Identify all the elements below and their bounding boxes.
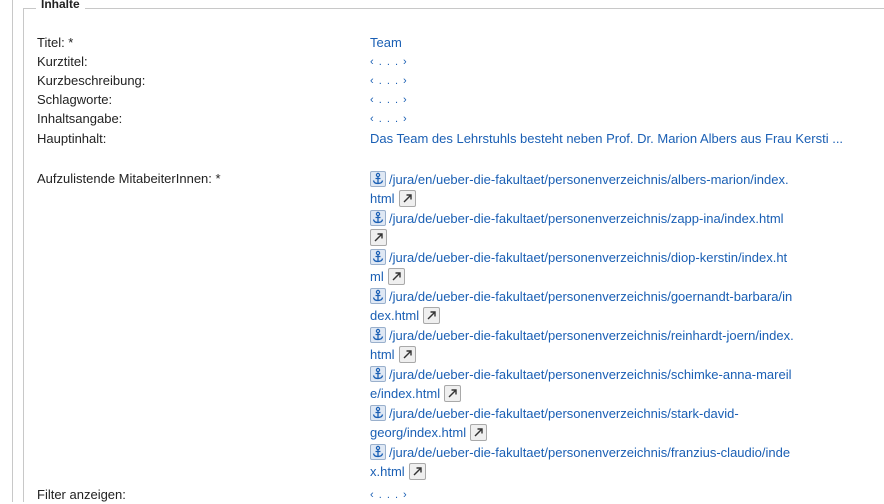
field-label: Kurzbeschreibung: [37,73,146,88]
list-item: /jura/en/ueber-die-fakultaet/personenver… [370,170,875,208]
field-label: Hauptinhalt: [37,131,107,146]
anchor-icon[interactable] [370,405,386,421]
external-link-icon[interactable] [387,268,405,285]
list-item: /jura/de/ueber-die-fakultaet/personenver… [370,443,875,481]
fieldset-legend: Inhalte [36,0,85,11]
path-link-continued[interactable]: ml [370,269,384,284]
path-link-continued[interactable]: georg/index.html [370,425,466,440]
field-value-placeholder[interactable]: ‹ . . . › [370,53,875,71]
path-link[interactable]: /jura/de/ueber-die-fakultaet/personenver… [389,367,791,382]
external-link-icon[interactable] [370,229,387,246]
list-item: /jura/de/ueber-die-fakultaet/personenver… [370,326,875,364]
path-link-continued[interactable]: html [370,347,395,362]
anchor-icon[interactable] [370,249,386,265]
path-link-continued[interactable]: x.html [370,464,405,479]
external-link-icon[interactable] [423,307,441,324]
external-link-icon[interactable] [398,190,416,207]
external-link-icon[interactable] [470,424,488,441]
anchor-icon[interactable] [370,171,386,187]
path-link[interactable]: /jura/de/ueber-die-fakultaet/personenver… [389,211,784,226]
field-label: Schlagworte: [37,92,113,107]
anchor-icon[interactable] [370,444,386,460]
external-link-icon[interactable] [398,346,416,363]
field-value-placeholder[interactable]: ‹ . . . › [370,110,875,128]
field-label: Inhaltsangabe: [37,111,123,126]
external-link-icon[interactable] [408,463,426,480]
anchor-icon[interactable] [370,327,386,343]
field-value-link[interactable]: Team [370,34,875,52]
anchor-icon[interactable] [370,366,386,382]
field-label: Titel: * [37,35,74,50]
list-item: /jura/de/ueber-die-fakultaet/personenver… [370,248,875,286]
field-value-link[interactable]: Das Team des Lehrstuhls besteht neben Pr… [370,130,875,148]
list-item: /jura/de/ueber-die-fakultaet/personenver… [370,209,875,247]
list-item: /jura/de/ueber-die-fakultaet/personenver… [370,287,875,325]
path-link[interactable]: /jura/de/ueber-die-fakultaet/personenver… [389,445,790,460]
anchor-icon[interactable] [370,210,386,226]
field-value-placeholder[interactable]: ‹ . . . › [370,91,875,109]
list-item: /jura/de/ueber-die-fakultaet/personenver… [370,404,875,442]
field-value-placeholder[interactable]: ‹ . . . › [370,72,875,90]
anchor-icon[interactable] [370,288,386,304]
path-link-continued[interactable]: dex.html [370,308,419,323]
field-label: Aufzulistende MitabeiterInnen: * [37,171,221,186]
field-label: Kurztitel: [37,54,88,69]
field-label: Filter anzeigen: [37,487,126,502]
path-link[interactable]: /jura/de/ueber-die-fakultaet/personenver… [389,289,792,304]
path-link[interactable]: /jura/de/ueber-die-fakultaet/personenver… [389,406,739,421]
field-value-placeholder[interactable]: ‹ . . . › [370,486,875,504]
list-item: /jura/de/ueber-die-fakultaet/personenver… [370,365,875,403]
external-link-icon[interactable] [444,385,462,402]
path-link[interactable]: /jura/en/ueber-die-fakultaet/personenver… [389,172,789,187]
mitarbeiter-link-list: /jura/en/ueber-die-fakultaet/personenver… [370,170,875,482]
path-link-continued[interactable]: e/index.html [370,386,440,401]
outer-frame-line [12,0,13,502]
path-link-continued[interactable]: html [370,191,395,206]
path-link[interactable]: /jura/de/ueber-die-fakultaet/personenver… [389,328,794,343]
path-link[interactable]: /jura/de/ueber-die-fakultaet/personenver… [389,250,787,265]
